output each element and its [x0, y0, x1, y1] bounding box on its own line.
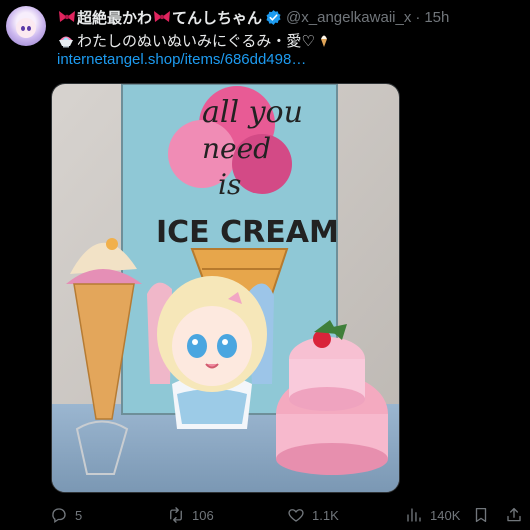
avatar-eye-left — [21, 26, 25, 31]
reply-icon — [52, 508, 66, 524]
like-count: 1.1K — [312, 507, 339, 523]
verified-badge-icon — [266, 9, 281, 25]
sign-text-ice-cream: ICE CREAM — [156, 215, 339, 250]
share-button[interactable] — [505, 503, 530, 527]
tweet-actions: 5 106 1.1K 140K — [50, 503, 530, 527]
repost-count: 106 — [192, 507, 214, 523]
avatar-eye-right — [27, 26, 31, 31]
sign-text-need: need — [202, 132, 271, 165]
tweet-text: わたしのぬいぬいみにぐるみ・愛♡ — [77, 32, 315, 50]
ribbon-bow-icon — [59, 11, 75, 22]
photo-image: all you need is ICE CREAM — [52, 84, 399, 492]
reply-button[interactable]: 5 — [50, 503, 82, 527]
views-chart-icon — [407, 508, 421, 522]
bookmark-button[interactable] — [472, 503, 497, 527]
sign-text-all-you: all you — [202, 95, 303, 130]
soft-ice-cream-emoji-icon — [320, 35, 327, 47]
views-count: 140K — [430, 507, 461, 523]
avatar[interactable] — [6, 6, 46, 46]
sign-text-is: is — [218, 168, 241, 201]
reply-count: 5 — [75, 507, 83, 523]
display-name-part1[interactable]: 超絶最かわ — [77, 7, 152, 28]
user-handle[interactable]: @x_angelkawaii_x — [286, 9, 411, 26]
share-icon — [507, 507, 521, 522]
repost-button[interactable]: 106 — [167, 503, 214, 527]
timestamp[interactable]: 15h — [424, 9, 449, 26]
tweet-link[interactable]: internetangel.shop/items/686dd498… — [57, 51, 306, 71]
heart-icon — [288, 509, 304, 522]
views-button[interactable]: 140K — [405, 503, 460, 527]
shaved-ice-emoji-icon — [59, 36, 73, 48]
repost-icon — [170, 507, 182, 523]
separator: · — [415, 8, 421, 26]
display-name-part2[interactable]: てんしちゃん — [172, 7, 262, 28]
tweet-photo[interactable]: all you need is ICE CREAM — [51, 83, 400, 493]
tweet-text-line: わたしのぬいぬいみにぐるみ・愛♡ — [57, 29, 335, 51]
like-button[interactable]: 1.1K — [287, 503, 339, 527]
tweet-header: 超絶最かわ てんしちゃん @x_angelkawaii_x · 15h — [57, 6, 449, 28]
ribbon-bow-icon — [154, 11, 171, 22]
bookmark-icon — [475, 507, 487, 523]
avatar-face — [16, 18, 36, 38]
